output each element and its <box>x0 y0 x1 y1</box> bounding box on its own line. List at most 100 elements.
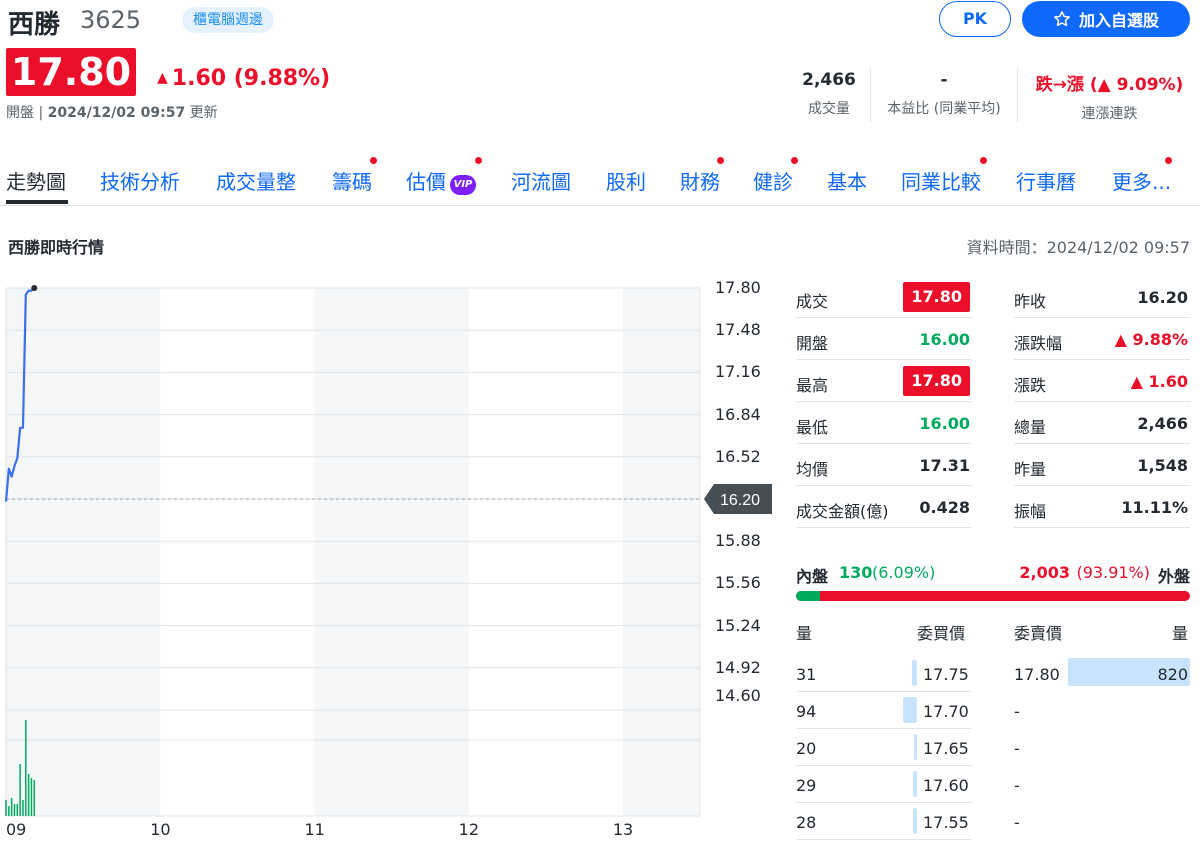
orderbook-ask: - <box>1014 739 1020 758</box>
quote-row: 振幅 11.11% <box>1014 486 1190 528</box>
orderbook-row: 20 17.65 - <box>796 729 1190 766</box>
metric-streak-value: 跌→漲 (▲ 9.09%) <box>1035 75 1184 95</box>
x-tick-label: 10 <box>150 820 171 839</box>
bid-volume-bar <box>913 771 917 797</box>
tab-basic-info[interactable]: 基本 <box>827 166 867 195</box>
tab-technical[interactable]: 技術分析 <box>100 166 180 195</box>
tab-health-check[interactable]: 健診 <box>753 166 793 195</box>
orderbook-header-ask: 委賣價 <box>1014 624 1063 643</box>
notification-dot <box>370 157 377 164</box>
market-status: 開盤 | 2024/12/02 09:57 更新 <box>6 105 218 121</box>
quote-value: 0.428 <box>919 498 970 517</box>
orderbook-bid-qty: 28 <box>796 813 817 832</box>
tab-valuation-label: 估價 <box>406 170 446 194</box>
tab-financials[interactable]: 財務 <box>680 166 720 195</box>
orderbook-bid-qty: 29 <box>796 776 817 795</box>
intraday-chart-svg <box>4 285 701 817</box>
metric-pe-value: - <box>940 70 948 90</box>
quote-label: 昨收 <box>1014 292 1047 311</box>
notification-dot <box>475 157 482 164</box>
vip-badge: VIP <box>450 175 476 195</box>
metric-streak: 跌→漲 (▲ 9.09%) 連漲連跌 <box>1019 70 1200 123</box>
price-change: ▲ 1.60 (9.88%) <box>157 66 330 91</box>
quote-row: 昨量 1,548 <box>1014 444 1190 486</box>
orderbook-bid-qty: 31 <box>796 665 817 684</box>
section-title: 西勝即時行情 <box>8 238 105 257</box>
quote-label: 成交金額(億) <box>796 502 889 521</box>
y-tick-label: 16.52 <box>715 446 761 466</box>
y-tick-label: 17.48 <box>715 320 761 340</box>
y-tick-label: 15.24 <box>715 615 761 635</box>
metric-divider <box>1017 68 1018 122</box>
tab-chips[interactable]: 籌碼 <box>332 166 372 195</box>
active-tab-indicator <box>6 200 68 204</box>
bid-volume-bar <box>914 734 917 760</box>
orderbook-header-bid-qty: 量 <box>796 624 813 643</box>
quote-value: 16.00 <box>919 414 970 433</box>
tab-river-chart[interactable]: 河流圖 <box>511 166 571 195</box>
orderbook-ask: - <box>1014 702 1020 721</box>
star-icon <box>1054 11 1070 27</box>
x-tick-label: 12 <box>458 820 480 839</box>
orderbook-row: 31 17.75 17.80 820 <box>796 655 1190 692</box>
reference-price-tag: 16.20 <box>704 484 772 514</box>
quote-value: ▲ 9.88% <box>1114 330 1188 349</box>
tab-bar: 走勢圖 技術分析 成交量整 籌碼 估價 VIP 河流圖 股利 財務 健診 基本 同… <box>0 157 1200 206</box>
data-timestamp: 資料時間：2024/12/02 09:57 <box>966 238 1190 257</box>
quote-value: 17.80 <box>903 366 970 396</box>
orderbook-divider <box>796 802 972 803</box>
quote-row: 總量 2,466 <box>1014 402 1190 444</box>
quote-value: 11.11% <box>1121 498 1188 517</box>
bid-volume-bar <box>912 660 917 686</box>
orderbook-header-bid: 委買價 <box>917 624 966 643</box>
metric-volume-value: 2,466 <box>802 70 856 90</box>
quote-row: 開盤 16.00 <box>796 318 972 360</box>
y-tick-label: 16.84 <box>715 404 761 424</box>
inner-outer-bar <box>796 591 1190 601</box>
tab-calendar[interactable]: 行事曆 <box>1016 166 1076 195</box>
hour-band <box>6 288 161 816</box>
notification-dot <box>791 157 798 164</box>
orderbook-bid-qty: 94 <box>796 702 817 721</box>
metric-divider <box>870 68 871 122</box>
inner-outer-volume: 內盤 130 (6.09%) 2,003 (93.91%) 外盤 <box>796 563 1190 586</box>
y-tick-label: 17.16 <box>715 362 761 382</box>
orderbook-ask-qty: 820 <box>1157 665 1188 684</box>
metric-volume-label: 成交量 <box>808 101 850 117</box>
tab-more[interactable]: 更多... <box>1112 166 1171 195</box>
tab-volume-profile[interactable]: 成交量整 <box>216 166 296 195</box>
tab-valuation[interactable]: 估價 VIP <box>406 166 476 195</box>
orderbook-row: 94 17.70 - <box>796 692 1190 729</box>
quote-row: 均價 17.31 <box>796 444 972 486</box>
orderbook-ask: - <box>1014 776 1020 795</box>
y-tick-label: 14.60 <box>715 686 761 705</box>
tab-dividend[interactable]: 股利 <box>606 166 646 195</box>
orderbook-header-ask-qty: 量 <box>1172 624 1189 643</box>
metric-pe-label: 本益比 (同業平均) <box>887 101 1001 117</box>
quote-row: 漲跌幅 ▲ 9.88% <box>1014 318 1190 360</box>
hour-band <box>622 288 700 816</box>
stock-code: 3625 <box>80 6 142 34</box>
quote-row: 最低 16.00 <box>796 402 972 444</box>
x-tick-label: 11 <box>304 820 325 839</box>
quote-label: 成交 <box>796 292 829 311</box>
pk-button[interactable]: PK <box>939 1 1011 37</box>
orderbook-divider <box>796 691 972 692</box>
orderbook-bid: 17.55 <box>923 813 969 832</box>
status-prefix: 開盤 <box>6 105 34 121</box>
metric-pe: - 本益比 (同業平均) <box>872 70 1016 118</box>
outer-value: 2,003 <box>1019 563 1070 582</box>
orderbook-ask: - <box>1014 813 1020 832</box>
sector-badge[interactable]: 櫃電腦週邊 <box>182 7 274 33</box>
tab-peer-comparison[interactable]: 同業比較 <box>901 166 981 195</box>
add-watchlist-button[interactable]: 加入自選股 <box>1022 1 1190 37</box>
price-change-text: 1.60 (9.88%) <box>171 66 331 91</box>
quote-value: 17.31 <box>919 456 970 475</box>
y-tick-label: 15.56 <box>715 573 761 593</box>
current-price: 17.80 <box>6 48 136 96</box>
quote-label: 最高 <box>796 376 829 395</box>
stock-name: 西勝 <box>8 10 61 40</box>
orderbook-ask: 17.80 <box>1014 665 1060 684</box>
tab-trend[interactable]: 走勢圖 <box>6 166 66 195</box>
outer-label: 外盤 <box>1157 567 1190 586</box>
